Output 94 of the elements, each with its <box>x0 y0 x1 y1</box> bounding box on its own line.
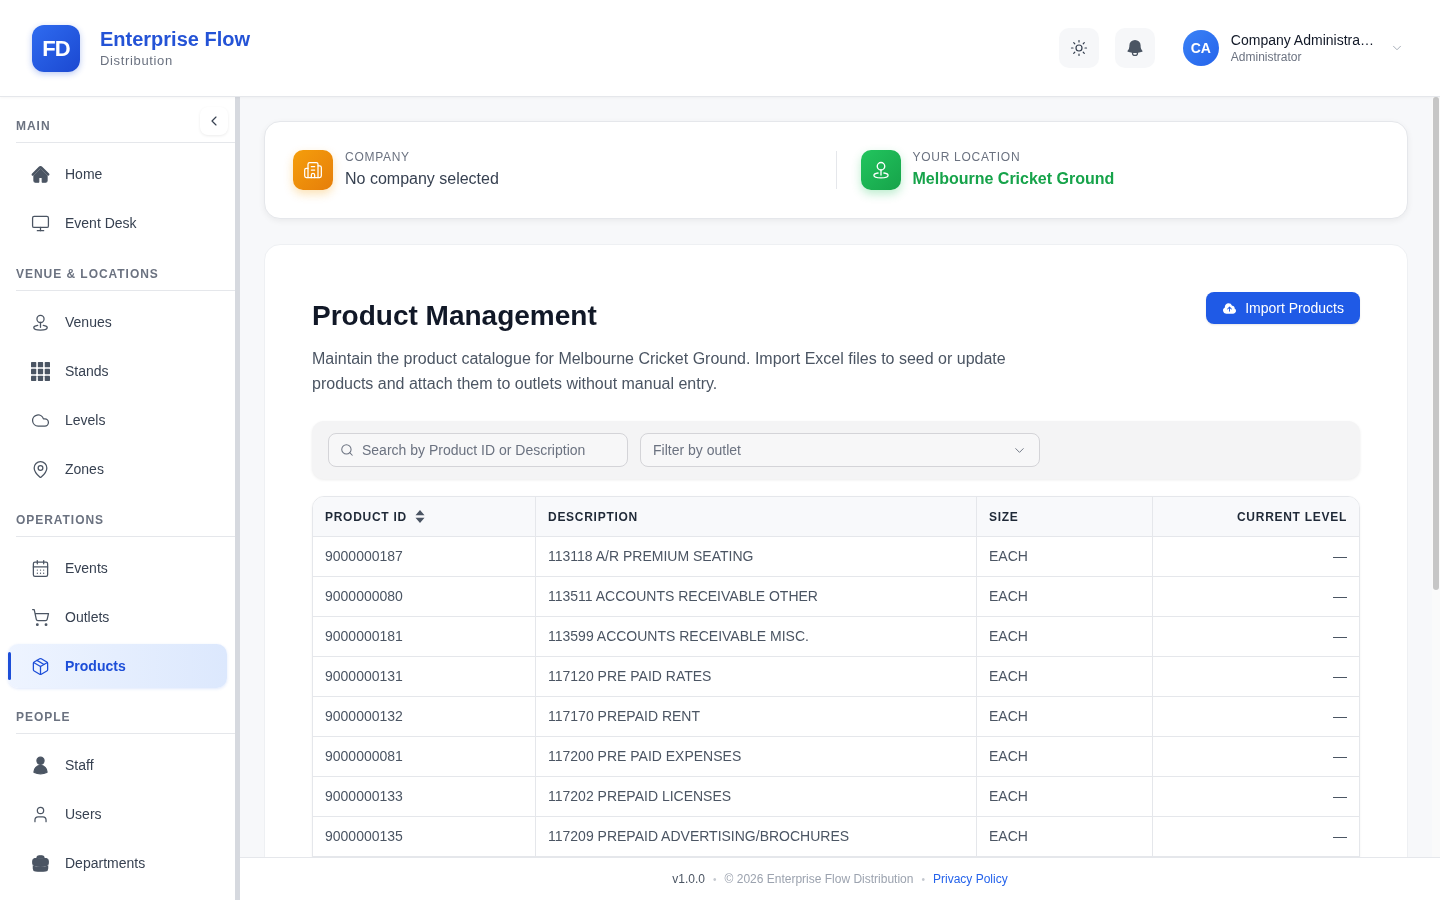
table-cell-text: 9000000135 <box>325 827 403 846</box>
scrollbar-thumb[interactable] <box>1433 97 1439 590</box>
sun-icon <box>1069 39 1088 57</box>
copyright-text: © 2026 Enterprise Flow Distribution <box>724 871 914 888</box>
cloud-upload-icon <box>1222 300 1238 316</box>
table-cell-text: 9000000132 <box>325 707 403 726</box>
search-icon <box>340 443 354 457</box>
table-cell-text: — <box>1333 627 1347 646</box>
theme-toggle-button[interactable] <box>1058 28 1099 68</box>
table-cell-text: 9000000081 <box>325 747 403 766</box>
table-cell-text: EACH <box>989 547 1028 566</box>
collapse-sidebar-button[interactable] <box>200 106 228 135</box>
person-icon <box>31 755 50 775</box>
map-pin-icon <box>31 459 50 479</box>
column-header[interactable]: PRODUCT ID <box>313 497 536 536</box>
location-label: YOUR LOCATION <box>912 149 1022 165</box>
active-indicator <box>8 652 11 680</box>
grid-icon <box>31 361 50 381</box>
section-label: PEOPLE <box>16 708 71 725</box>
location-value: Melbourne Cricket Ground <box>912 169 1115 189</box>
import-products-button[interactable]: Import Products <box>1206 292 1360 324</box>
nav-item[interactable]: Outlets <box>8 595 227 639</box>
table-cell-text: EACH <box>989 827 1028 846</box>
user-name: Company Administra… <box>1230 31 1374 49</box>
outlet-filter-select[interactable]: Filter by outlet <box>640 433 1040 467</box>
avatar[interactable]: CA <box>1182 30 1219 66</box>
company-value: No company selected <box>345 169 499 189</box>
scrollbar[interactable] <box>235 97 240 900</box>
table-cell-text: 113511 ACCOUNTS RECEIVABLE OTHER <box>548 587 818 606</box>
table-cell-text: EACH <box>989 787 1028 806</box>
table-cell-text: 9000000187 <box>325 547 403 566</box>
table-cell-text: 9000000080 <box>325 587 403 606</box>
nav-item[interactable]: Home <box>8 152 227 196</box>
table-cell-text: EACH <box>989 747 1028 766</box>
app-title: Enterprise Flow <box>100 27 251 52</box>
page-description: Maintain the product catalogue for Melbourne Cricket Ground. Import Excel files to seed or update products and attach them to outlets without manual entry. <box>312 349 1007 394</box>
table-cell-text: — <box>1333 547 1347 566</box>
section-label: VENUE & LOCATIONS <box>16 265 159 282</box>
nav-item[interactable]: Events <box>8 546 227 590</box>
nav-item[interactable]: Venues <box>8 300 227 344</box>
table-cell-text: EACH <box>989 587 1028 606</box>
table-cell-text: EACH <box>989 667 1028 686</box>
table-cell-text: 117209 PREPAID ADVERTISING/BROCHURES <box>548 827 850 846</box>
building-icon <box>293 150 333 190</box>
separator-dot: • <box>713 872 717 887</box>
package-icon <box>31 656 50 676</box>
separator-dot: • <box>921 872 925 887</box>
user-role: Administrator <box>1230 49 1303 65</box>
table-cell-text: — <box>1333 827 1347 846</box>
nav-item[interactable]: Departments <box>8 841 227 885</box>
nav-item[interactable]: Staff <box>8 743 227 787</box>
nav-item[interactable]: Zones <box>8 447 227 491</box>
nav-item[interactable]: Event Desk <box>8 201 227 245</box>
notifications-button[interactable] <box>1114 28 1155 68</box>
company-label: COMPANY <box>345 149 411 165</box>
version-text: v1.0.0 <box>672 871 705 888</box>
column-header: DESCRIPTION <box>548 508 638 526</box>
home-icon <box>31 164 50 184</box>
cart-icon <box>31 607 50 627</box>
nav-item[interactable]: Users <box>8 792 227 836</box>
calendar-icon <box>31 558 50 578</box>
table-cell-text: — <box>1333 747 1347 766</box>
table-cell-text: 117170 PREPAID RENT <box>548 707 700 726</box>
nav-item[interactable]: Levels <box>8 398 227 442</box>
column-header: CURRENT LEVEL <box>1236 508 1347 526</box>
privacy-policy-link[interactable]: Privacy Policy <box>933 870 1008 888</box>
table-cell-text: EACH <box>989 627 1028 646</box>
section-label: OPERATIONS <box>16 511 105 528</box>
table-cell-text: 113118 A/R PREMIUM SEATING <box>548 547 754 566</box>
search-field[interactable]: Search by Product ID or Description <box>328 433 628 467</box>
column-header: SIZE <box>989 508 1019 526</box>
table-cell-text: — <box>1333 707 1347 726</box>
table-cell-text: 9000000131 <box>325 667 403 686</box>
user-icon <box>31 804 50 824</box>
table-cell-text: 113599 ACCOUNTS RECEIVABLE MISC. <box>548 627 809 646</box>
table-cell-text: 117120 PRE PAID RATES <box>548 667 712 686</box>
app-logo: FD <box>32 24 80 72</box>
page-title: Product Management <box>312 299 597 333</box>
section-label: MAIN <box>16 117 51 134</box>
location-pin-icon <box>860 150 901 190</box>
briefcase-icon <box>31 853 50 873</box>
table-cell-text: EACH <box>989 707 1028 726</box>
table-cell-text: — <box>1333 587 1347 606</box>
pin-icon <box>31 312 50 332</box>
table-cell-text: 117200 PRE PAID EXPENSES <box>548 747 742 766</box>
table-cell-text: — <box>1333 787 1347 806</box>
nav-item[interactable]: Products <box>8 644 227 688</box>
table-cell-text: 117202 PREPAID LICENSES <box>548 787 732 806</box>
monitor-icon <box>31 213 50 233</box>
table-cell-text: — <box>1333 667 1347 686</box>
app-subtitle: Distribution <box>100 52 174 70</box>
table-cell-text: 9000000181 <box>325 627 403 646</box>
table-cell-text: 9000000133 <box>325 787 403 806</box>
nav-item[interactable]: Stands <box>8 349 227 393</box>
